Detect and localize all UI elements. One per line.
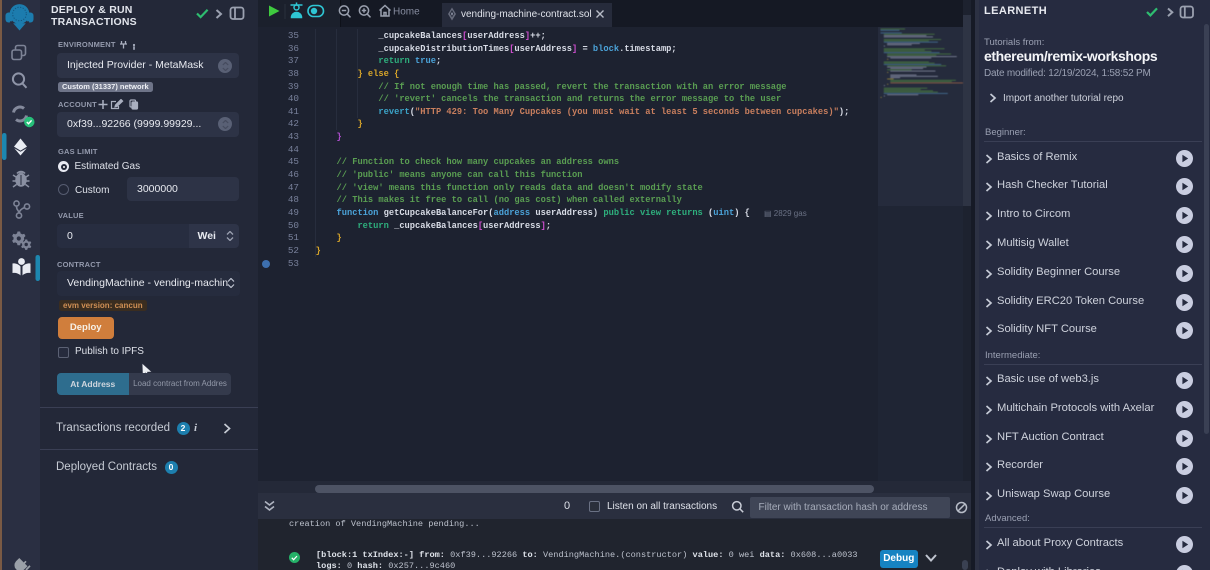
svg-text:Home: Home [393, 7, 420, 18]
